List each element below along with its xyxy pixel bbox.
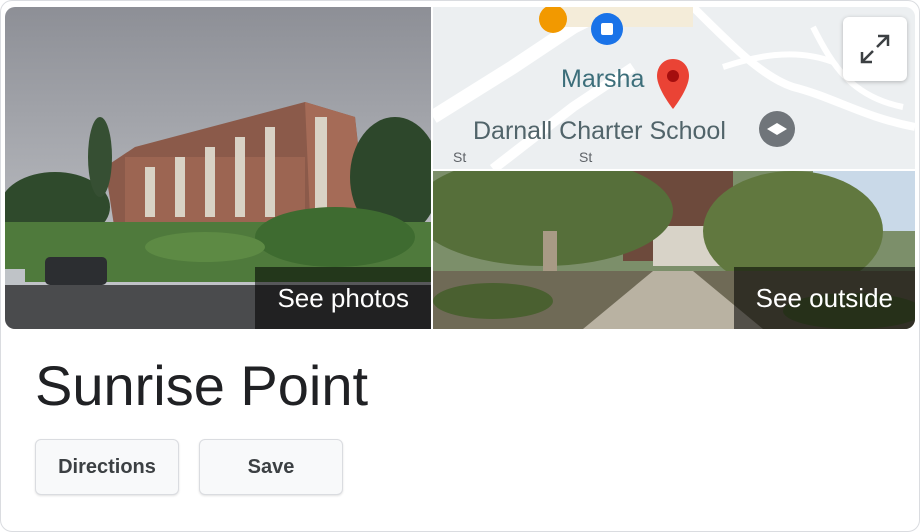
map-school-label: Darnall Charter School <box>473 117 726 145</box>
location-pin-icon <box>657 59 689 109</box>
see-outside-button[interactable]: See outside <box>733 267 915 329</box>
place-title: Sunrise Point <box>35 354 369 417</box>
expand-map-button[interactable] <box>843 17 907 81</box>
street-label: St <box>453 149 467 165</box>
see-photos-button[interactable]: See photos <box>255 267 431 329</box>
knowledge-panel-card: See photos Marsha Darnall Charter School… <box>0 0 920 532</box>
map-place-label: Marsha <box>561 65 645 93</box>
main-photo[interactable]: See photos <box>5 7 431 329</box>
map-preview[interactable]: Marsha Darnall Charter School St St <box>433 7 915 169</box>
expand-icon <box>860 34 890 64</box>
street-label: St <box>579 149 593 165</box>
directions-button[interactable]: Directions <box>35 439 179 495</box>
street-view-photo[interactable]: See outside <box>433 171 915 329</box>
save-button[interactable]: Save <box>199 439 343 495</box>
